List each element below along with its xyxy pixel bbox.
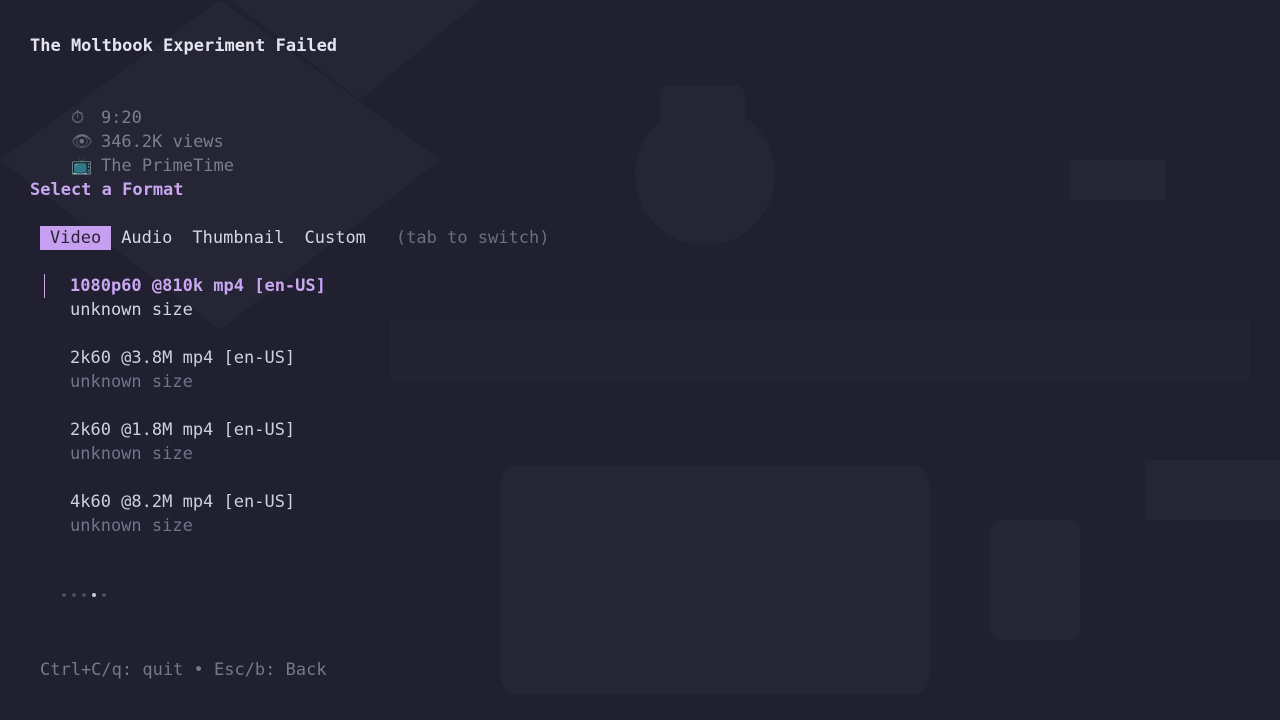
page-dot	[102, 593, 106, 597]
channel-value: The PrimeTime	[100, 156, 235, 176]
tab-audio[interactable]: Audio	[111, 226, 182, 250]
keyboard-help: Ctrl+C/q: quit • Esc/b: Back	[40, 660, 327, 680]
page-dot-active	[92, 593, 96, 597]
tab-video[interactable]: Video	[40, 226, 112, 250]
format-tabs: Video Audio Thumbnail Custom (tab to swi…	[40, 226, 549, 250]
format-list: 1080p60 @810k mp4 [en-US] unknown size 2…	[44, 274, 326, 562]
views-row: 👁 346.2K views	[30, 106, 224, 152]
format-item[interactable]: 1080p60 @810k mp4 [en-US] unknown size	[44, 274, 326, 346]
page-dot	[82, 593, 86, 597]
format-name: 2k60 @1.8M mp4 [en-US]	[70, 420, 296, 440]
duration-row: ⏱ 9:20	[30, 82, 142, 128]
app-window: The Moltbook Experiment Failed ⏱ 9:20 👁 34…	[0, 0, 1280, 720]
format-size: unknown size	[70, 300, 193, 320]
tab-hint: (tab to switch)	[395, 228, 550, 248]
format-item[interactable]: 2k60 @3.8M mp4 [en-US] unknown size	[70, 346, 326, 418]
section-heading: Select a Format	[30, 180, 184, 200]
format-size: unknown size	[70, 372, 193, 392]
pagination-dots	[62, 593, 106, 597]
format-name: 1080p60 @810k mp4 [en-US]	[70, 276, 326, 296]
page-dot	[72, 593, 76, 597]
format-item[interactable]: 4k60 @8.2M mp4 [en-US] unknown size	[70, 490, 326, 562]
selection-cursor	[44, 274, 45, 298]
format-size: unknown size	[70, 444, 193, 464]
tab-custom[interactable]: Custom	[295, 226, 376, 250]
video-title: The Moltbook Experiment Failed	[30, 36, 338, 56]
tv-icon: 📺	[70, 156, 93, 176]
format-name: 4k60 @8.2M mp4 [en-US]	[70, 492, 296, 512]
page-dot	[62, 593, 66, 597]
format-name: 2k60 @3.8M mp4 [en-US]	[70, 348, 296, 368]
format-item[interactable]: 2k60 @1.8M mp4 [en-US] unknown size	[70, 418, 326, 490]
tab-thumbnail[interactable]: Thumbnail	[182, 226, 294, 250]
channel-row: 📺 The PrimeTime	[30, 130, 234, 176]
format-size: unknown size	[70, 516, 193, 536]
